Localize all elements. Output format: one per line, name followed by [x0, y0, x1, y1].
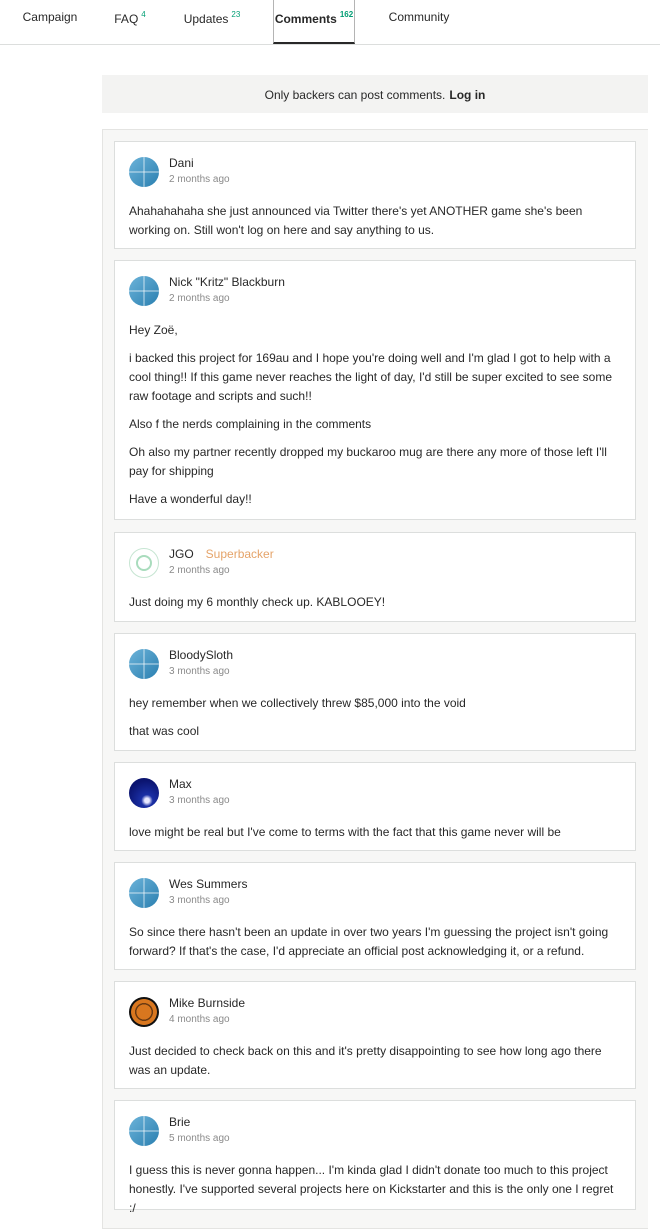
notice-text: Only backers can post comments. [264, 88, 446, 102]
comment-card: BloodySloth 3 months ago hey remember wh… [114, 633, 636, 751]
comment-paragraph: Ahahahahaha she just announced via Twitt… [129, 204, 583, 237]
comment-paragraph: i backed this project for 169au and I ho… [129, 351, 612, 403]
comment-body: love might be real but I've come to term… [129, 811, 621, 853]
avatar[interactable] [129, 276, 159, 306]
comment-author[interactable]: Dani [169, 156, 194, 170]
backers-only-notice: Only backers can post comments. Log in [102, 75, 648, 113]
avatar[interactable] [129, 778, 159, 808]
comment-time: 3 months ago [169, 795, 230, 806]
comment-author[interactable]: BloodySloth [169, 648, 233, 662]
comment-author[interactable]: Max [169, 777, 192, 791]
comment-card: Mike Burnside 4 months ago Just decided … [114, 981, 636, 1089]
comment-author[interactable]: Brie [169, 1115, 190, 1129]
comment-body: I guess this is never gonna happen... I'… [129, 1149, 621, 1229]
tab-campaign-label: Campaign [22, 10, 78, 24]
comment-paragraph: Hey Zoë, [129, 323, 178, 337]
comment-paragraph: Oh also my partner recently dropped my b… [129, 445, 607, 478]
comment-paragraph: that was cool [129, 724, 200, 738]
comment-author[interactable]: Wes Summers [169, 877, 247, 891]
comment-paragraph: Have a wonderful day!! [129, 492, 252, 506]
comment-author[interactable]: Mike Burnside [169, 996, 245, 1010]
comment-author[interactable]: Nick "Kritz" Blackburn [169, 275, 285, 289]
comment-card: Max 3 months ago love might be real but … [114, 762, 636, 851]
tab-faq-count: 4 [141, 10, 146, 19]
tab-community-label: Community [388, 10, 450, 24]
comment-time: 2 months ago [169, 174, 230, 185]
comment-paragraph: So since there hasn't been an update in … [129, 925, 609, 958]
comment-body: Hey Zoë, i backed this project for 169au… [129, 309, 621, 520]
comment-card: Dani 2 months ago Ahahahahaha she just a… [114, 141, 636, 249]
comment-author: JGO Superbacker [169, 547, 274, 561]
comment-time: 2 months ago [169, 293, 230, 304]
comment-paragraph: Also f the nerds complaining in the comm… [129, 417, 372, 431]
tab-comments-label: Comments [274, 12, 337, 26]
comment-card: Wes Summers 3 months ago So since there … [114, 862, 636, 970]
tab-campaign[interactable]: Campaign [12, 0, 88, 44]
avatar[interactable] [129, 157, 159, 187]
comment-paragraph: love might be real but I've come to term… [129, 825, 561, 839]
comment-body: Ahahahahaha she just announced via Twitt… [129, 190, 621, 251]
comment-body: hey remember when we collectively threw … [129, 682, 621, 752]
comment-time: 3 months ago [169, 666, 230, 677]
superbacker-badge: Superbacker [205, 547, 274, 561]
comment-paragraph: hey remember when we collectively threw … [129, 696, 466, 710]
tab-comments[interactable]: Comments 162 [273, 0, 355, 44]
tab-faq-label: FAQ [114, 12, 139, 26]
tab-community[interactable]: Community [378, 0, 460, 44]
avatar[interactable] [129, 878, 159, 908]
tab-updates[interactable]: Updates 23 [172, 0, 252, 44]
comment-time: 2 months ago [169, 565, 230, 576]
login-link[interactable]: Log in [449, 88, 485, 102]
comment-paragraph: Just doing my 6 monthly check up. KABLOO… [129, 595, 386, 609]
comment-time: 5 months ago [169, 1133, 230, 1144]
comment-paragraph: Just decided to check back on this and i… [129, 1044, 602, 1077]
comment-body: So since there hasn't been an update in … [129, 911, 621, 972]
comment-body: Just decided to check back on this and i… [129, 1030, 621, 1091]
tab-faq[interactable]: FAQ 4 [104, 0, 156, 44]
tab-updates-count: 23 [231, 10, 241, 19]
comment-time: 3 months ago [169, 895, 230, 906]
comment-card: JGO Superbacker 2 months ago Just doing m… [114, 532, 636, 622]
project-tabs: Campaign FAQ 4 Updates 23 Comments 162 Comm… [0, 0, 660, 45]
avatar[interactable] [129, 548, 159, 578]
avatar[interactable] [129, 649, 159, 679]
avatar[interactable] [129, 1116, 159, 1146]
comment-time: 4 months ago [169, 1014, 230, 1025]
comment-body: Just doing my 6 monthly check up. KABLOO… [129, 581, 621, 623]
comment-card: Nick "Kritz" Blackburn 2 months ago Hey … [114, 260, 636, 520]
tab-updates-label: Updates [183, 12, 229, 26]
tab-comments-count: 162 [339, 10, 354, 19]
avatar[interactable] [129, 997, 159, 1027]
comment-card: Brie 5 months ago I guess this is never … [114, 1100, 636, 1215]
comment-author-name[interactable]: JGO [169, 547, 194, 561]
comment-paragraph: I guess this is never gonna happen... I'… [129, 1163, 614, 1215]
